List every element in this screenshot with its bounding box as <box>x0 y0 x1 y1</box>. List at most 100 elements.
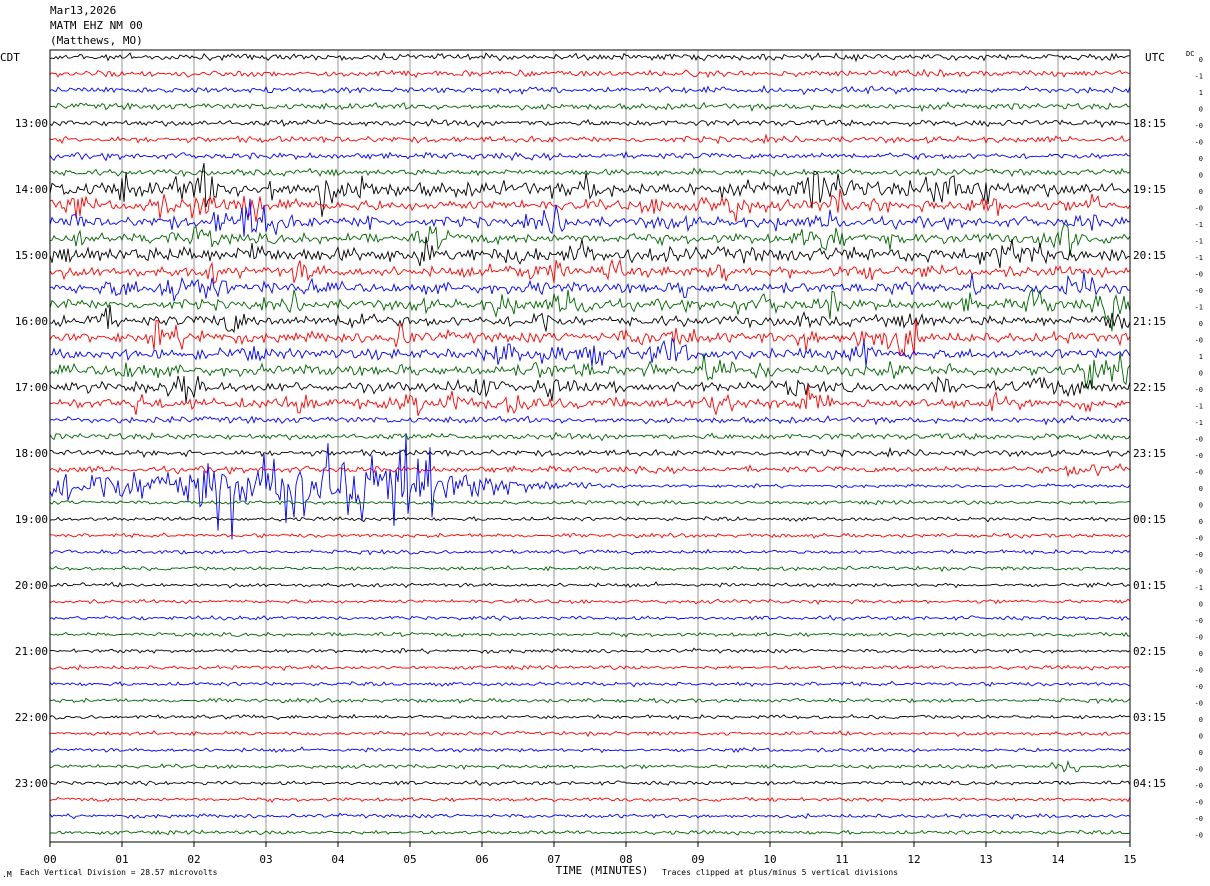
x-axis-title: TIME (MINUTES) <box>556 864 649 877</box>
right-hour-label: 20:15 <box>1133 249 1166 262</box>
dc-offset-label: -0 <box>1195 122 1203 130</box>
x-tick-label: 11 <box>835 853 848 866</box>
x-tick-label: 01 <box>115 853 128 866</box>
dc-offset-label: 1 <box>1199 89 1203 97</box>
axis-labels: 13:00 14:00 15:00 16:00 17:00 18:00 19:00 20:00… <box>0 50 1203 877</box>
left-hour-label: 15:00 <box>15 249 48 262</box>
seismic-trace <box>49 730 1131 738</box>
left-hour-label: 21:00 <box>15 645 48 658</box>
dc-offset-label: -1 <box>1195 584 1203 592</box>
left-timezone-label: CDT <box>0 51 20 64</box>
seismic-trace <box>49 598 1131 606</box>
dc-offset-label: -0 <box>1195 205 1203 213</box>
x-tick-label: 12 <box>907 853 920 866</box>
seismic-trace <box>49 532 1131 539</box>
dc-offset-label: -1 <box>1195 221 1203 229</box>
dc-offset-label: -0 <box>1195 535 1203 543</box>
seismic-trace <box>49 375 1131 403</box>
x-tick-label: 03 <box>259 853 272 866</box>
right-hour-label: 19:15 <box>1133 183 1166 196</box>
right-hour-label: 21:15 <box>1133 315 1166 328</box>
left-hour-label: 19:00 <box>15 513 48 526</box>
seismic-trace <box>49 133 1131 145</box>
minute-grid <box>121 50 1059 842</box>
seismic-trace <box>49 829 1131 836</box>
seismic-trace <box>49 647 1131 655</box>
seismic-trace <box>49 581 1131 589</box>
seismic-trace <box>49 516 1131 523</box>
seismic-trace <box>49 150 1131 162</box>
seismic-trace <box>49 664 1131 672</box>
right-hour-label: 23:15 <box>1133 447 1166 460</box>
dc-offset-label: -1 <box>1195 304 1203 312</box>
seismic-trace <box>49 565 1131 573</box>
dc-offset-label: -0 <box>1195 287 1203 295</box>
seismic-trace <box>49 287 1131 332</box>
seismic-trace <box>49 631 1131 638</box>
right-hour-label: 18:15 <box>1133 117 1166 130</box>
dc-offset-label: -0 <box>1195 337 1203 345</box>
x-tick-label: 00 <box>43 853 56 866</box>
dc-offset-label: 0 <box>1199 650 1203 658</box>
dc-offset-label: -0 <box>1195 271 1203 279</box>
left-hour-label: 16:00 <box>15 315 48 328</box>
left-hour-label: 17:00 <box>15 381 48 394</box>
dc-offset-label: -1 <box>1195 403 1203 411</box>
dc-offset-label: 0 <box>1199 716 1203 724</box>
seismic-trace <box>49 779 1131 787</box>
x-tick-label: 10 <box>763 853 776 866</box>
seismic-trace <box>49 353 1131 390</box>
left-hour-label: 18:00 <box>15 447 48 460</box>
dc-offset-label: -0 <box>1195 815 1203 823</box>
dc-offset-label: -0 <box>1195 436 1203 444</box>
dc-offset-label: 0 <box>1199 733 1203 741</box>
dc-offset-label: -0 <box>1195 452 1203 460</box>
dc-offset-label: 0 <box>1199 106 1203 114</box>
right-hour-label: 03:15 <box>1133 711 1166 724</box>
seismic-trace <box>49 167 1131 178</box>
seismic-trace <box>49 446 1131 459</box>
seismic-trace <box>49 713 1131 721</box>
clip-note: Traces clipped at plus/minus 5 vertical … <box>662 868 898 877</box>
seismic-trace <box>49 336 1131 367</box>
right-hour-label: 00:15 <box>1133 513 1166 526</box>
seismic-trace <box>49 84 1131 96</box>
dc-offset-label: 0 <box>1199 155 1203 163</box>
right-hour-label: 01:15 <box>1133 579 1166 592</box>
left-hour-label: 22:00 <box>15 711 48 724</box>
seismic-trace <box>49 431 1131 442</box>
dc-offset-label: 0 <box>1199 188 1203 196</box>
dc-offset-label: 1 <box>1199 353 1203 361</box>
dc-offset-label: 0 <box>1199 370 1203 378</box>
dc-header: DC <box>1186 50 1194 58</box>
dc-offset-label: 0 <box>1199 56 1203 64</box>
seismic-trace <box>49 812 1131 820</box>
scale-note: Each Vertical Division = 28.57 microvolt… <box>20 868 218 877</box>
dc-offset-label: -0 <box>1195 551 1203 559</box>
dc-offset-label: -0 <box>1195 386 1203 394</box>
left-hour-label: 20:00 <box>15 579 48 592</box>
dc-offset-label: 0 <box>1199 518 1203 526</box>
seismic-trace <box>49 697 1131 704</box>
dc-offset-label: 0 <box>1199 601 1203 609</box>
seismic-trace <box>49 548 1131 556</box>
dc-offset-label: 0 <box>1199 172 1203 180</box>
dc-offset-label: -0 <box>1195 139 1203 147</box>
dc-offset-label: 0 <box>1199 485 1203 493</box>
seismic-trace <box>49 614 1131 622</box>
right-hour-label: 04:15 <box>1133 777 1166 790</box>
seismic-traces <box>49 51 1131 836</box>
x-tick-label: 06 <box>475 853 488 866</box>
right-hour-label: 02:15 <box>1133 645 1166 658</box>
dc-offset-label: -0 <box>1195 766 1203 774</box>
dc-offset-label: 0 <box>1199 749 1203 757</box>
dc-offset-label: -1 <box>1195 419 1203 427</box>
dc-offset-label: -0 <box>1195 683 1203 691</box>
x-tick-label: 15 <box>1123 853 1136 866</box>
x-tick-label: 09 <box>691 853 704 866</box>
seismic-trace <box>49 414 1131 426</box>
dc-offset-label: -0 <box>1195 469 1203 477</box>
x-tick-label: 02 <box>187 853 200 866</box>
x-tick-label: 14 <box>1051 853 1065 866</box>
dc-offset-label: -1 <box>1195 73 1203 81</box>
